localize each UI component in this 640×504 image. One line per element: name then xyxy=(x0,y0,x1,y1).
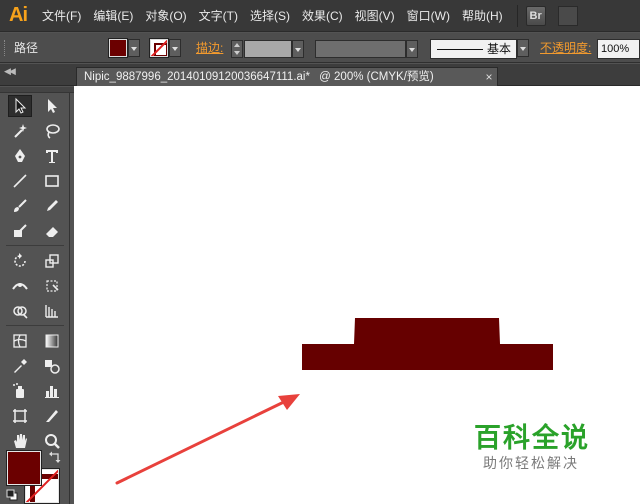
watermark-title: 百科全说 xyxy=(474,423,590,454)
blend-tool-icon[interactable] xyxy=(40,355,64,377)
stroke-weight-stepper[interactable] xyxy=(231,40,243,58)
menu-divider xyxy=(516,4,518,27)
zoom-tool-icon[interactable] xyxy=(40,430,64,452)
column-graph-tool-icon[interactable] xyxy=(40,380,64,402)
tools-panel xyxy=(0,87,74,504)
blob-brush-tool-icon[interactable] xyxy=(8,220,32,242)
free-transform-tool-icon[interactable] xyxy=(40,275,64,297)
brush-definition-label: 基本 xyxy=(487,42,512,56)
rectangle-tool-icon[interactable] xyxy=(40,170,64,192)
tools-panel-body xyxy=(0,93,70,504)
slice-tool-icon[interactable] xyxy=(40,405,64,427)
control-bar: 路径 描边: 基本 不透明度: 100% xyxy=(0,33,640,63)
selected-path-shape[interactable] xyxy=(302,318,553,370)
menu-bar: Ai 文件(F) 编辑(E) 对象(O) 文字(T) 选择(S) 效果(C) 视… xyxy=(0,0,640,32)
artboard-canvas[interactable]: 百科全说 助你轻松解决 xyxy=(74,86,640,504)
object-type-label: 路径 xyxy=(14,41,39,55)
variable-width-dropdown-arrow[interactable] xyxy=(406,40,418,58)
stroke-dropdown-arrow[interactable] xyxy=(169,39,181,57)
fill-dropdown-arrow[interactable] xyxy=(128,39,140,57)
pencil-tool-icon[interactable] xyxy=(40,195,64,217)
menu-view[interactable]: 视图(V) xyxy=(349,0,401,32)
menu-effect[interactable]: 效果(C) xyxy=(296,0,349,32)
menu-help[interactable]: 帮助(H) xyxy=(456,0,509,32)
opacity-input[interactable]: 100% xyxy=(597,39,640,59)
rotate-tool-icon[interactable] xyxy=(8,250,32,272)
stroke-weight-input[interactable] xyxy=(244,40,292,58)
stroke-color-swatch[interactable] xyxy=(149,38,169,58)
close-tab-icon[interactable]: × xyxy=(482,68,496,86)
hand-tool-icon[interactable] xyxy=(8,430,32,452)
type-tool-icon[interactable] xyxy=(40,145,64,167)
gradient-tool-icon[interactable] xyxy=(40,330,64,352)
menu-edit[interactable]: 编辑(E) xyxy=(87,0,139,32)
brush-stroke-preview xyxy=(437,49,483,50)
brush-definition-field[interactable]: 基本 xyxy=(430,39,517,59)
magic-wand-tool-icon[interactable] xyxy=(8,120,32,142)
control-bar-grip[interactable] xyxy=(4,40,7,56)
width-tool-icon[interactable] xyxy=(8,275,32,297)
collapse-panel-icon[interactable]: ◀◀ xyxy=(4,66,16,77)
paintbrush-tool-icon[interactable] xyxy=(8,195,32,217)
menu-type[interactable]: 文字(T) xyxy=(193,0,244,32)
lasso-tool-icon[interactable] xyxy=(40,120,64,142)
eyedropper-tool-icon[interactable] xyxy=(8,355,32,377)
opacity-label[interactable]: 不透明度: xyxy=(540,33,591,63)
mesh-tool-icon[interactable] xyxy=(8,330,32,352)
annotation-arrow-line xyxy=(115,397,292,485)
document-tab-strip: Nipic_9887996_20140109120036647111.ai* @… xyxy=(74,64,640,86)
perspective-grid-tool-icon[interactable] xyxy=(40,300,64,322)
default-fill-stroke-icon[interactable] xyxy=(6,489,18,501)
menu-select[interactable]: 选择(S) xyxy=(244,0,296,32)
menu-object[interactable]: 对象(O) xyxy=(139,0,192,32)
menu-file[interactable]: 文件(F) xyxy=(36,0,87,32)
document-zoom-mode: @ 200% (CMYK/预览) xyxy=(319,71,434,83)
eraser-tool-icon[interactable] xyxy=(40,220,64,242)
swap-fill-stroke-icon[interactable] xyxy=(48,450,62,464)
direct-selection-tool-icon[interactable] xyxy=(40,95,64,117)
scale-tool-icon[interactable] xyxy=(40,250,64,272)
artboard-tool-icon[interactable] xyxy=(8,405,32,427)
tools-divider xyxy=(6,325,64,326)
selection-tool-icon[interactable] xyxy=(8,95,32,117)
shape-builder-tool-icon[interactable] xyxy=(8,300,32,322)
tools-divider xyxy=(6,245,64,246)
document-tab[interactable]: Nipic_9887996_20140109120036647111.ai* @… xyxy=(76,67,498,86)
fill-color-swatch[interactable] xyxy=(108,38,128,58)
fill-swatch[interactable] xyxy=(6,450,42,486)
watermark-subtitle: 助你轻松解决 xyxy=(483,456,579,472)
bridge-button[interactable]: Br xyxy=(525,5,546,26)
document-filename: Nipic_9887996_20140109120036647111.ai* xyxy=(84,71,310,83)
menu-window[interactable]: 窗口(W) xyxy=(401,0,456,32)
app-logo: Ai xyxy=(9,4,28,26)
symbol-sprayer-tool-icon[interactable] xyxy=(8,380,32,402)
line-segment-tool-icon[interactable] xyxy=(8,170,32,192)
pen-tool-icon[interactable] xyxy=(8,145,32,167)
arrange-documents-button[interactable] xyxy=(557,5,578,26)
brush-definition-dropdown-arrow[interactable] xyxy=(517,39,529,57)
stroke-weight-dropdown-arrow[interactable] xyxy=(292,40,304,58)
stroke-weight-label[interactable]: 描边: xyxy=(196,33,223,63)
tools-panel-header: ◀◀ xyxy=(0,64,74,86)
variable-width-profile-field[interactable] xyxy=(315,40,406,58)
